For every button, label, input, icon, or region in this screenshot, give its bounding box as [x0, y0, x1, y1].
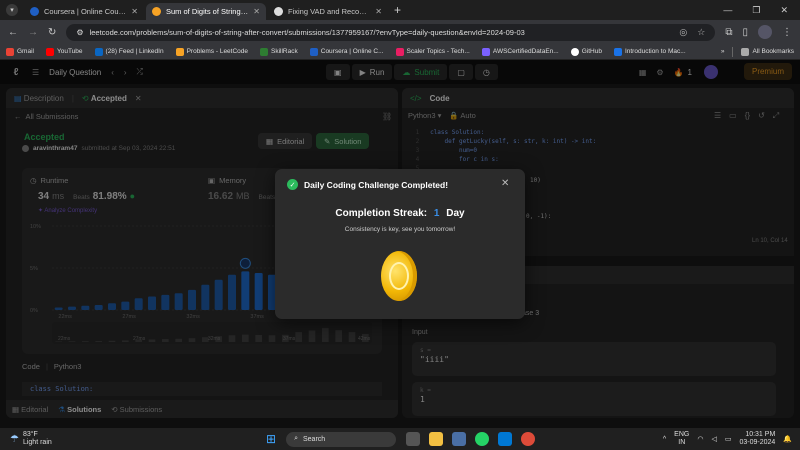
bookmarks-bar: Gmail YouTube (28) Feed | LinkedIn Probl…	[0, 44, 800, 60]
whatsapp-icon[interactable]	[475, 432, 490, 446]
mac-course-icon	[613, 47, 622, 56]
tray-chevron-icon[interactable]: ^	[663, 436, 666, 443]
minimize-icon[interactable]: —	[723, 5, 732, 15]
streak-line: Completion Streak: 1 Day	[335, 208, 465, 219]
language-indicator[interactable]: ENG IN	[674, 431, 689, 447]
tab-leetcode[interactable]: Sum of Digits of String After C ✕	[146, 3, 266, 20]
wifi-icon[interactable]: ◠	[697, 435, 703, 443]
github-icon	[570, 47, 579, 56]
battery-icon[interactable]: ▭	[725, 435, 732, 443]
doc-favicon-icon	[274, 7, 283, 16]
back-icon[interactable]: ←	[8, 27, 18, 38]
bookmark-aws[interactable]: AWSCertifiedDataEn...	[481, 47, 559, 56]
eye-off-icon[interactable]: ◎	[679, 27, 687, 38]
window-controls: — ❐ ✕	[723, 0, 800, 20]
forward-icon[interactable]: →	[28, 27, 38, 38]
address-bar-row: ← → ↻ ⚙ leetcode.com/problems/sum-of-dig…	[0, 20, 800, 44]
close-tab-icon[interactable]: ✕	[253, 7, 260, 16]
speaker-icon[interactable]: ◁	[711, 435, 716, 443]
bookmark-youtube[interactable]: YouTube	[45, 47, 83, 56]
scaler-icon	[395, 47, 404, 56]
notification-bell-icon[interactable]: 🔔	[783, 435, 792, 443]
site-info-icon[interactable]: ⚙	[76, 28, 83, 37]
daily-challenge-modal: ✓ Daily Coding Challenge Completed! ✕ Co…	[275, 169, 525, 319]
tab-fixing-vad[interactable]: Fixing VAD and Recognition ✕	[268, 3, 388, 20]
browser-tab-bar: ▾ Coursera | Online Courses From ✕ Sum o…	[0, 0, 800, 20]
new-tab-button[interactable]: +	[394, 3, 401, 17]
weather-widget[interactable]: ☂ 83°F Light rain	[10, 431, 130, 447]
clock[interactable]: 10:31 PM 03-09-2024	[739, 431, 775, 447]
system-tray: ^ ENG IN ◠ ◁ ▭ 10:31 PM 03-09-2024 🔔	[663, 431, 800, 447]
vscode-icon[interactable]	[498, 432, 513, 446]
bookmark-github[interactable]: GitHub	[570, 47, 602, 56]
close-window-icon[interactable]: ✕	[780, 5, 788, 16]
aws-icon	[481, 47, 490, 56]
bookmark-linkedin[interactable]: (28) Feed | LinkedIn	[94, 47, 164, 56]
check-circle-icon: ✓	[287, 179, 298, 190]
bookmark-skillrack[interactable]: SkillRack	[260, 47, 298, 56]
windows-start-icon[interactable]: ⊞	[266, 432, 276, 446]
search-icon: ⌕	[294, 435, 298, 442]
folder-icon	[741, 47, 750, 56]
bookmark-coursera[interactable]: Coursera | Online C...	[309, 47, 384, 56]
task-view-icon[interactable]	[406, 432, 421, 446]
coursera-icon	[309, 47, 318, 56]
bookmark-intro-mac[interactable]: Introduction to Mac...	[613, 47, 686, 56]
youtube-icon	[45, 47, 54, 56]
tab-title: Coursera | Online Courses From	[44, 7, 126, 16]
linkedin-icon	[94, 47, 103, 56]
taskbar-apps	[406, 432, 536, 446]
weather-icon: ☂	[10, 433, 19, 445]
bookmark-scaler[interactable]: Scaler Topics - Tech...	[395, 47, 470, 56]
bookmark-gmail[interactable]: Gmail	[6, 47, 34, 56]
all-bookmarks[interactable]: All Bookmarks	[741, 47, 794, 56]
reload-icon[interactable]: ↻	[48, 27, 56, 38]
maximize-icon[interactable]: ❐	[752, 5, 760, 16]
leetcode-favicon-icon	[152, 7, 161, 16]
url-text: leetcode.com/problems/sum-of-digits-of-s…	[89, 27, 525, 37]
windows-taskbar: ☂ 83°F Light rain ⊞ ⌕ Search ^ ENG IN ◠ ◁…	[0, 428, 800, 450]
bookmark-star-icon[interactable]: ☆	[697, 27, 705, 38]
modal-close-icon[interactable]: ✕	[501, 178, 509, 189]
taskbar-search[interactable]: ⌕ Search	[286, 431, 397, 447]
modal-header: ✓ Daily Coding Challenge Completed!	[287, 179, 448, 190]
skillrack-icon	[260, 47, 269, 56]
tab-title: Sum of Digits of String After C	[166, 7, 248, 16]
bookmark-leetcode[interactable]: Problems - LeetCode	[175, 47, 248, 56]
coursera-favicon-icon	[30, 7, 39, 16]
url-field[interactable]: ⚙ leetcode.com/problems/sum-of-digits-of…	[66, 23, 716, 41]
profile-avatar[interactable]	[758, 25, 772, 39]
gold-coin-icon	[381, 251, 417, 301]
modal-subtitle: Consistency is key, see you tomorrow!	[344, 226, 456, 233]
gmail-icon	[6, 47, 14, 56]
close-tab-icon[interactable]: ✕	[375, 7, 382, 16]
tab-search-icon[interactable]: ▾	[6, 4, 18, 16]
extensions-icon[interactable]: ⧉	[725, 27, 732, 38]
more-bookmarks-icon[interactable]: »	[721, 48, 725, 55]
close-tab-icon[interactable]: ✕	[131, 7, 138, 16]
menu-icon[interactable]: ⋮	[782, 27, 792, 38]
modal-title: Daily Coding Challenge Completed!	[304, 179, 449, 190]
tab-title: Fixing VAD and Recognition	[288, 7, 370, 16]
leetcode-icon	[175, 47, 184, 56]
chrome-icon[interactable]	[521, 432, 536, 446]
file-explorer-icon[interactable]	[429, 432, 444, 446]
tab-coursera[interactable]: Coursera | Online Courses From ✕	[24, 3, 144, 20]
sidebar-icon[interactable]: ▯	[742, 27, 748, 38]
app-icon[interactable]	[452, 432, 467, 446]
